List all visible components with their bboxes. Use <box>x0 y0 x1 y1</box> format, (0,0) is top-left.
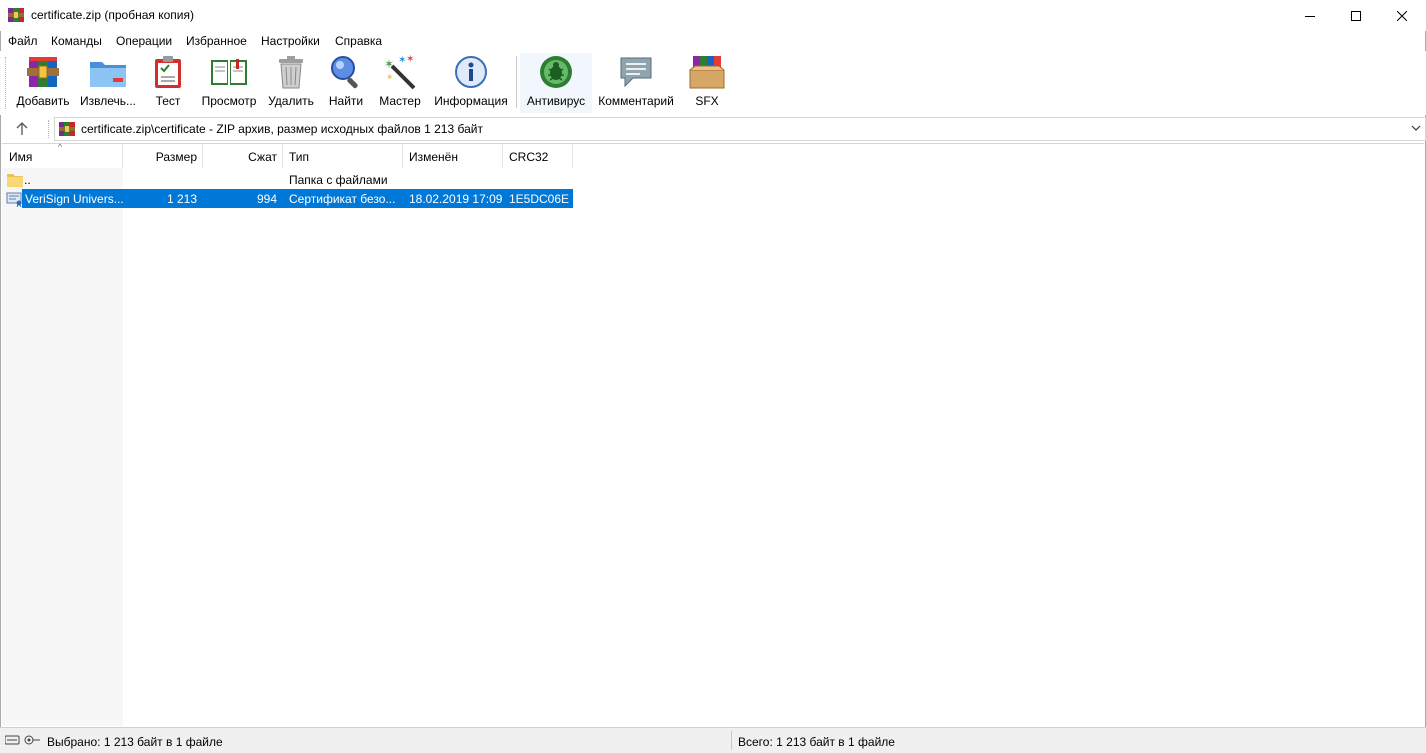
maximize-icon <box>1351 10 1361 21</box>
row-packed: 994 <box>256 192 277 206</box>
magnifier-icon <box>331 56 358 89</box>
column-header-modified[interactable]: Изменён <box>403 144 503 168</box>
extract-folder-icon <box>90 62 126 87</box>
minimize-icon <box>1305 15 1315 17</box>
column-header-size[interactable]: Размер <box>123 144 203 168</box>
arrow-up-icon <box>16 122 28 135</box>
menu-file[interactable]: Файл <box>8 34 38 48</box>
row-type: Папка с файлами <box>289 173 388 187</box>
winrar-app-icon <box>8 8 24 22</box>
view-button[interactable]: Просмотр <box>199 54 259 112</box>
up-folder-button[interactable] <box>11 119 33 139</box>
column-header-packed[interactable]: Сжат <box>203 144 283 168</box>
toolbar: Добавить Извлечь... Тест Просмотр Удалит… <box>0 51 1426 115</box>
clipboard-check-icon <box>155 56 181 88</box>
column-header-name[interactable]: ^ Имя <box>2 142 123 168</box>
row-name: .. <box>24 173 31 187</box>
column-header-type[interactable]: Тип <box>283 144 403 168</box>
extract-button[interactable]: Извлечь... <box>78 54 138 112</box>
list-item-selected[interactable]: VeriSign Univers... 1 213 994 Сертификат… <box>22 189 573 208</box>
address-row: certificate.zip\certificate - ZIP архив,… <box>0 117 1426 141</box>
svg-text:✶: ✶ <box>386 72 394 82</box>
add-button[interactable]: Добавить <box>15 54 71 112</box>
find-button[interactable]: Найти <box>326 54 366 112</box>
close-icon <box>1397 10 1407 21</box>
svg-text:✶: ✶ <box>406 54 414 65</box>
chevron-down-icon[interactable] <box>1411 124 1421 132</box>
bug-antivirus-icon <box>540 56 572 88</box>
status-selected: Выбрано: 1 213 байт в 1 файле <box>47 735 223 749</box>
close-button[interactable] <box>1379 0 1425 31</box>
address-bar[interactable]: certificate.zip\certificate - ZIP архив,… <box>54 117 1426 141</box>
menu-help[interactable]: Справка <box>335 34 382 48</box>
archive-add-icon <box>27 57 59 87</box>
info-icon <box>455 56 487 88</box>
zip-archive-icon <box>59 122 75 136</box>
info-button[interactable]: Информация <box>432 54 510 112</box>
status-total: Всего: 1 213 байт в 1 файле <box>738 735 895 749</box>
book-icon <box>211 59 247 85</box>
antivirus-button[interactable]: Антивирус <box>525 54 587 112</box>
delete-button[interactable]: Удалить <box>267 54 315 112</box>
file-list[interactable]: ^ Имя Размер Сжат Тип Изменён CRC32 .. П… <box>2 142 1424 726</box>
sort-ascending-icon: ^ <box>58 142 63 152</box>
row-crc32: 1E5DC06E <box>509 192 570 206</box>
row-size: 1 213 <box>166 192 197 206</box>
trash-can-icon <box>279 56 303 89</box>
address-grip[interactable] <box>48 120 51 138</box>
row-name: VeriSign Univers... <box>25 192 124 206</box>
maximize-button[interactable] <box>1333 0 1379 31</box>
menu-settings[interactable]: Настройки <box>261 34 320 48</box>
comment-bubble-icon <box>620 57 652 88</box>
menu-bar: Файл Команды Операции Избранное Настройк… <box>0 31 1426 51</box>
drive-key-icon <box>5 735 40 745</box>
column-header-crc32[interactable]: CRC32 <box>503 144 573 168</box>
toolbar-separator <box>516 56 517 108</box>
sfx-button[interactable]: SFX <box>685 54 729 112</box>
magic-wand-icon: ✶ ✶ ✶✶ <box>384 54 416 90</box>
comment-button[interactable]: Комментарий <box>596 54 676 112</box>
title-bar[interactable]: certificate.zip (пробная копия) <box>0 0 1426 31</box>
row-modified: 18.02.2019 17:09 <box>409 192 503 206</box>
menu-commands[interactable]: Команды <box>51 34 102 48</box>
folder-icon <box>7 174 23 187</box>
status-divider <box>731 731 732 750</box>
test-button[interactable]: Тест <box>147 54 189 112</box>
certificate-file-icon <box>6 192 22 207</box>
address-path: certificate.zip\certificate - ZIP архив,… <box>81 122 483 136</box>
list-item[interactable]: .. Папка с файлами <box>2 170 573 189</box>
status-bar: Выбрано: 1 213 байт в 1 файле Всего: 1 2… <box>0 727 1426 753</box>
menu-operations[interactable]: Операции <box>116 34 172 48</box>
sfx-box-icon <box>689 56 725 89</box>
wizard-button[interactable]: ✶ ✶ ✶ ✶ Мастер <box>378 54 422 112</box>
row-type: Сертификат безо... <box>289 192 396 206</box>
toolbar-grip[interactable] <box>5 57 9 109</box>
menu-favorites[interactable]: Избранное <box>186 34 247 48</box>
window-title: certificate.zip (пробная копия) <box>31 8 194 22</box>
name-column-background <box>2 168 123 726</box>
svg-text:✶: ✶ <box>384 57 394 71</box>
minimize-button[interactable] <box>1287 0 1333 31</box>
